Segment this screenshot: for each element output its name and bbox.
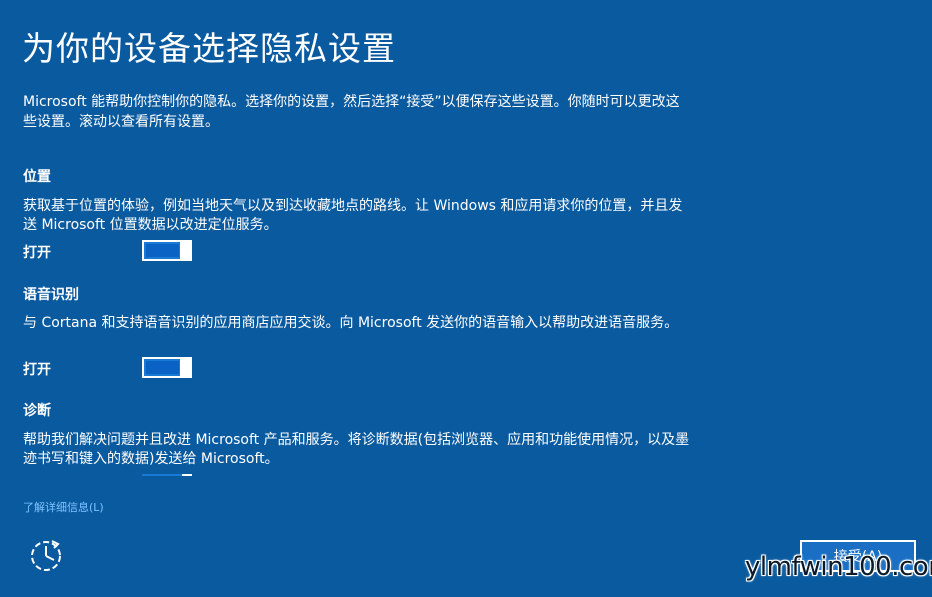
toggle-fill: [142, 474, 182, 476]
toggle-thumb: [180, 359, 190, 376]
watermark-logo: ylmfwin100.com: [745, 552, 932, 582]
location-heading: 位置: [23, 169, 51, 185]
toggle-thumb: [182, 474, 192, 476]
page-title: 为你的设备选择隐私设置: [22, 29, 396, 68]
speech-toggle[interactable]: [142, 357, 192, 378]
diagnostics-description: 帮助我们解决问题并且改进 Microsoft 产品和服务。将诊断数据(包括浏览器…: [23, 432, 690, 467]
intro-text: Microsoft 能帮助你控制你的隐私。选择你的设置，然后选择“接受”以便保存…: [23, 94, 680, 130]
location-toggle-label: 打开: [23, 245, 51, 261]
toggle-fill: [146, 361, 179, 374]
toggle-thumb: [180, 242, 190, 259]
toggle-fill: [146, 244, 179, 257]
location-description: 获取基于位置的体验，例如当地天气以及到达收藏地点的路线。让 Windows 和应…: [23, 198, 683, 233]
learn-more-link[interactable]: 了解详细信息(L): [23, 499, 104, 515]
diagnostics-heading: 诊断: [23, 403, 51, 419]
speech-toggle-label: 打开: [23, 362, 51, 378]
speech-heading: 语音识别: [23, 287, 79, 303]
speech-description: 与 Cortana 和支持语音识别的应用商店应用交谈。向 Microsoft 发…: [23, 315, 679, 331]
ease-of-access-icon[interactable]: [28, 538, 64, 574]
diagnostics-toggle[interactable]: [142, 474, 192, 476]
location-toggle[interactable]: [142, 240, 192, 261]
